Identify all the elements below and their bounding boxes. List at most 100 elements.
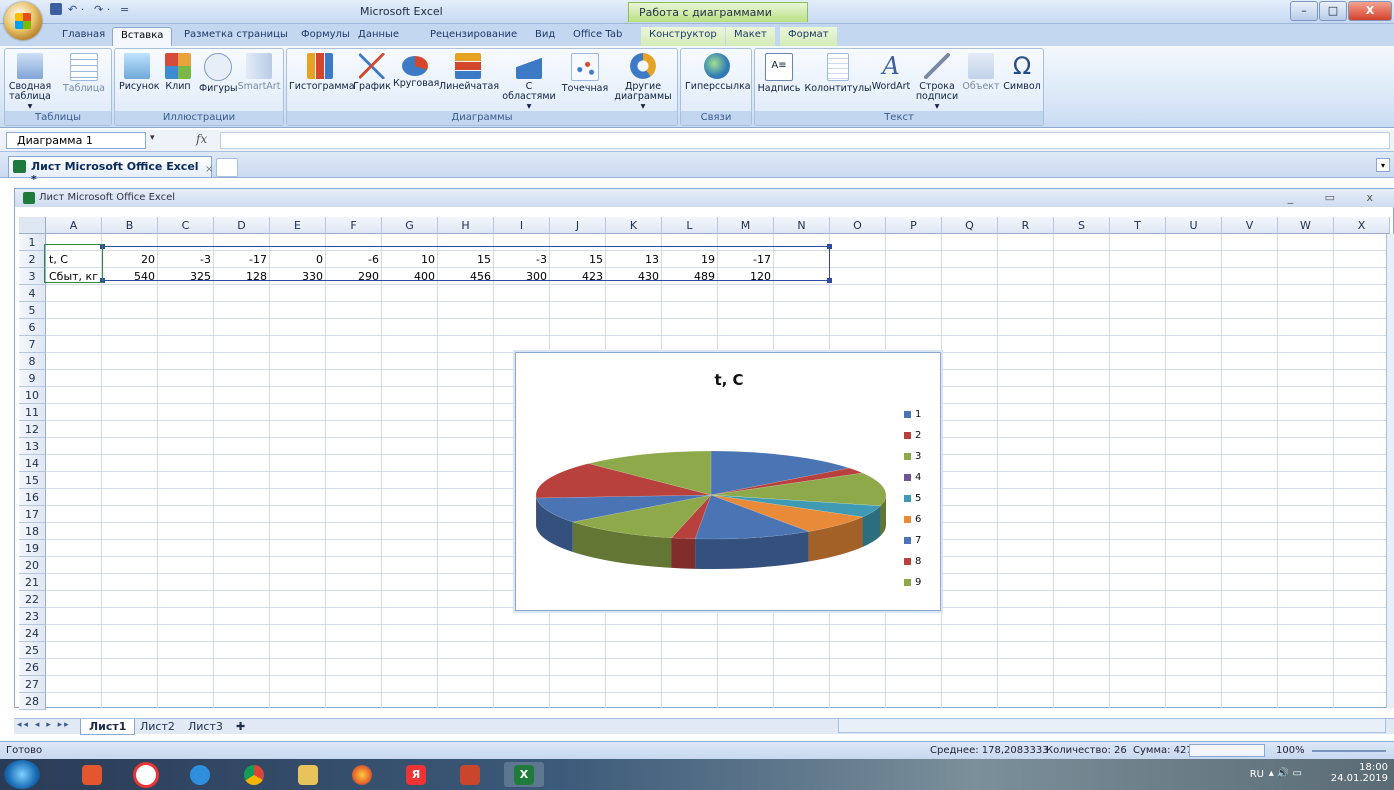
pivot-table-button[interactable]: Сводная таблица ▾ [7,53,53,112]
row-header[interactable]: 5 [19,302,46,319]
undo-button[interactable]: ↶ · [68,3,84,19]
row-header[interactable]: 15 [19,472,46,489]
tab-design[interactable]: Конструктор [641,27,725,46]
presentation-app-icon[interactable] [450,762,490,787]
column-header[interactable]: I [494,217,550,234]
textbox-button[interactable]: A≡ Надпись [757,53,801,94]
row-header[interactable]: 7 [19,336,46,353]
file-explorer-icon[interactable] [288,762,328,787]
row-header[interactable]: 16 [19,489,46,506]
row-header[interactable]: 14 [19,455,46,472]
legend-entry[interactable]: 4 [904,472,921,484]
symbol-button[interactable]: Ω Символ [1001,53,1043,92]
column-header[interactable]: D [214,217,270,234]
name-box-dropdown-icon[interactable]: ▾ [150,133,155,143]
quick-access-save-icon[interactable] [50,3,62,19]
office-app-icon[interactable] [72,762,112,787]
range-handle[interactable] [827,278,832,283]
row-header[interactable]: 23 [19,608,46,625]
header-footer-button[interactable]: Колонтитулы [803,53,873,94]
close-button[interactable]: X [1348,1,1392,21]
row-header[interactable]: 3 [19,268,46,285]
row-header[interactable]: 12 [19,421,46,438]
pie-chart-button[interactable]: Круговая [393,53,439,89]
column-header[interactable]: C [158,217,214,234]
column-header[interactable]: T [1110,217,1166,234]
legend-entry[interactable]: 9 [904,577,921,589]
legend-entry[interactable]: 7 [904,535,921,547]
tab-format[interactable]: Формат [780,27,837,46]
column-chart-button[interactable]: Гистограмма [289,53,355,92]
column-header[interactable]: M [718,217,774,234]
tab-insert[interactable]: Вставка [112,27,173,46]
row-header[interactable]: 20 [19,557,46,574]
row-header[interactable]: 28 [19,693,46,710]
horizontal-scrollbar[interactable] [838,718,1386,733]
picture-button[interactable]: Рисунок [119,53,160,92]
workbook-window-controls[interactable]: _ ▭ x [1288,191,1387,204]
quick-access-customize[interactable]: = [120,3,129,19]
wordart-button[interactable]: A WordArt [871,53,911,92]
column-header[interactable]: Q [942,217,998,234]
vertical-scrollbar[interactable] [1386,234,1394,708]
area-chart-button[interactable]: С областями ▾ [501,53,557,112]
column-header[interactable]: R [998,217,1054,234]
column-header[interactable]: A [46,217,102,234]
sheet-tab-1[interactable]: Лист1 [80,719,136,735]
yandex-browser-icon[interactable] [126,761,166,788]
column-header[interactable]: S [1054,217,1110,234]
office-button[interactable] [4,2,42,40]
column-header[interactable]: L [662,217,718,234]
tray-icons[interactable]: ▴ 🔊 ▭ [1269,768,1302,779]
clip-art-button[interactable]: Клип [163,53,193,92]
start-button[interactable] [4,760,40,789]
column-header[interactable]: G [382,217,438,234]
name-box[interactable]: Диаграмма 1 [6,132,146,149]
row-header[interactable]: 1 [19,234,46,251]
row-header[interactable]: 27 [19,676,46,693]
row-header[interactable]: 25 [19,642,46,659]
tab-formulas[interactable]: Формулы [293,27,358,46]
insert-sheet-icon[interactable]: ✚ [228,719,253,734]
bar-chart-button[interactable]: Линейчатая [439,53,499,92]
legend-entry[interactable]: 8 [904,556,921,568]
column-header[interactable]: W [1278,217,1334,234]
excel-taskbar-icon[interactable]: X [504,762,544,787]
formula-input[interactable] [220,132,1390,149]
table-button[interactable]: Таблица [61,53,107,94]
row-header[interactable]: 26 [19,659,46,676]
new-tab-button[interactable] [216,158,238,177]
column-header[interactable]: P [886,217,942,234]
insert-function-icon[interactable]: fx [196,132,207,146]
row-header[interactable]: 21 [19,574,46,591]
hyperlink-button[interactable]: Гиперссылка [685,53,751,92]
internet-explorer-icon[interactable] [180,762,220,787]
line-chart-button[interactable]: График [353,53,391,92]
row-header[interactable]: 6 [19,319,46,336]
tab-home[interactable]: Главная [54,27,113,46]
column-header[interactable]: H [438,217,494,234]
chrome-icon[interactable] [234,762,274,787]
clock[interactable]: 18:00 24.01.2019 [1331,762,1388,784]
language-indicator[interactable]: RU [1250,769,1264,780]
redo-button[interactable]: ↷ · [94,3,110,19]
select-all-corner[interactable] [19,217,46,234]
column-header[interactable]: B [102,217,158,234]
document-tab[interactable]: Лист Microsoft Office Excel * × [8,156,213,186]
zoom-slider[interactable] [1312,750,1386,752]
legend-entry[interactable]: 6 [904,514,921,526]
tab-review[interactable]: Рецензирование [422,27,525,46]
row-header[interactable]: 2 [19,251,46,268]
column-header[interactable]: E [270,217,326,234]
legend-entry[interactable]: 1 [904,409,921,421]
shapes-button[interactable]: Фигуры [199,53,238,94]
zoom-level[interactable]: 100% [1276,745,1305,756]
row-header[interactable]: 19 [19,540,46,557]
row-header[interactable]: 17 [19,506,46,523]
column-header[interactable]: J [550,217,606,234]
tab-page-layout[interactable]: Разметка страницы [176,27,296,46]
column-header[interactable]: U [1166,217,1222,234]
smartart-button[interactable]: SmartArt [237,53,281,92]
column-header[interactable]: N [774,217,830,234]
sheet-tab-2[interactable]: Лист2 [132,719,183,734]
